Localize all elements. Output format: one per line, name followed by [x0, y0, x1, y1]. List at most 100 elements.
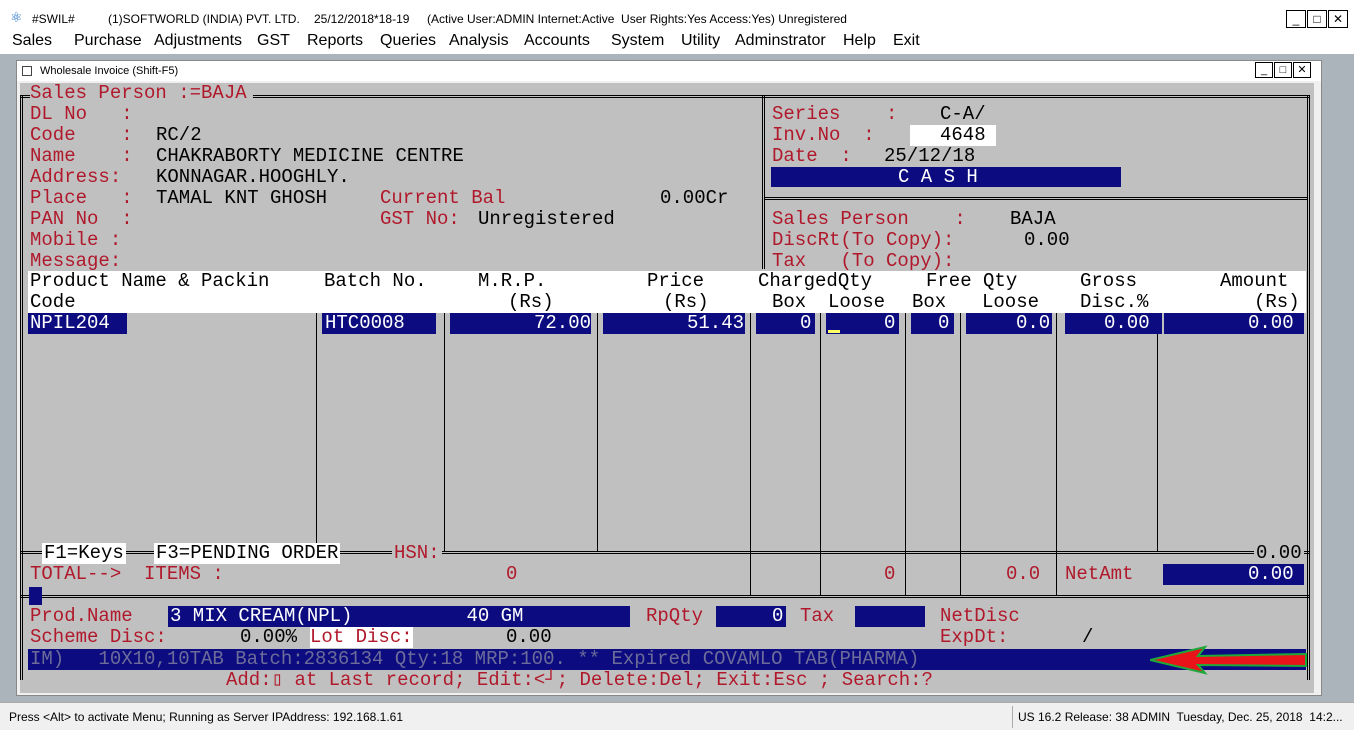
netamt-label: NetAmt	[1065, 563, 1134, 585]
col-charged-loose: Loose	[828, 291, 886, 313]
cell-mrp[interactable]: 72.00	[534, 313, 591, 334]
sales-person-title: Sales Person :=BAJA	[30, 83, 253, 104]
col-amount-header: Amount	[1220, 270, 1289, 292]
highlight-arrow-icon	[1150, 645, 1307, 675]
col-gross-header: Gross	[1080, 270, 1138, 292]
footer-total-value: 0.00	[1254, 542, 1304, 564]
series-value: C-A/	[940, 103, 986, 125]
cell-gross[interactable]: 0.00	[1104, 313, 1150, 334]
tax-copy-label: Tax (To Copy):	[772, 250, 955, 272]
menu-reports[interactable]: Reports	[307, 32, 363, 50]
totals-bottom-line	[20, 595, 1310, 598]
col-amount-unit: (Rs)	[1254, 291, 1300, 313]
expdt-label: ExpDt:	[940, 626, 1009, 648]
address-value[interactable]: KONNAGAR.HOOGHLY.	[156, 167, 350, 188]
f1-keys-hint[interactable]: F1=Keys	[42, 543, 126, 564]
col-product-header: Product Name & Packin	[30, 270, 270, 292]
menu-utility[interactable]: Utility	[681, 32, 720, 50]
col-sep-5	[820, 313, 821, 595]
invoice-window-titlebar: Wholesale Invoice (Shift-F5) _ □ ✕	[17, 61, 1321, 81]
payment-mode: C A S H	[898, 166, 978, 188]
date-value[interactable]: 25/12/18	[884, 146, 975, 167]
prod-tax-field	[855, 606, 925, 627]
code-value[interactable]: RC/2	[156, 125, 202, 146]
cell-batch[interactable]: HTC0008	[325, 313, 405, 334]
company-name: (1)SOFTWORLD (INDIA) PVT. LTD.	[108, 12, 300, 26]
right-panel-divider	[765, 197, 1308, 200]
col-free-loose: Loose	[982, 291, 1040, 313]
series-label: Series :	[772, 103, 898, 125]
menu-queries[interactable]: Queries	[380, 32, 436, 50]
address-label: Address:	[30, 166, 122, 188]
cell-loose[interactable]: 0	[884, 313, 895, 334]
document-icon	[22, 66, 32, 76]
menu-purchase[interactable]: Purchase	[74, 32, 142, 50]
inv-value[interactable]: 4648	[940, 125, 986, 146]
code-label: Code :	[30, 124, 133, 146]
child-maximize-icon[interactable]: □	[1274, 62, 1292, 78]
cell-amount[interactable]: 0.00	[1248, 313, 1294, 334]
menu-sales[interactable]: Sales	[12, 32, 52, 50]
child-minimize-icon[interactable]: _	[1255, 62, 1273, 78]
col-charged-header: ChargedQty	[758, 270, 873, 292]
cell-free-loose[interactable]: 0.0	[1016, 313, 1050, 334]
text-cursor	[828, 330, 840, 333]
col-sep-9	[1157, 313, 1158, 551]
name-value[interactable]: CHAKRABORTY MEDICINE CENTRE	[156, 146, 464, 167]
col-sep-2	[444, 313, 445, 551]
f3-pending-order-hint[interactable]: F3=PENDING ORDER	[154, 543, 341, 564]
col-free-box: Box	[912, 291, 947, 313]
invoice-window-title: Wholesale Invoice (Shift-F5)	[40, 65, 179, 77]
financial-date: 25/12/2018*18-19	[314, 12, 410, 26]
col-sep-7	[960, 313, 961, 595]
status-right: US 16.2 Release: 38 ADMIN Tuesday, Dec. …	[1018, 710, 1343, 724]
place-value[interactable]: TAMAL KNT GHOSH	[156, 188, 327, 209]
total-items-label: TOTAL--> ITEMS :	[30, 563, 224, 585]
menu-help[interactable]: Help	[843, 32, 876, 50]
close-icon[interactable]: ✕	[1328, 10, 1348, 28]
col-sep-6	[905, 313, 906, 595]
rpqty-value: 0	[772, 605, 784, 627]
current-bal-label: Current Bal	[380, 187, 506, 209]
header-divider	[762, 95, 765, 269]
col-sep-1	[316, 313, 317, 551]
menu-exit[interactable]: Exit	[893, 32, 920, 50]
col-code-header: Code	[30, 291, 76, 313]
status-left: Press <Alt> to activate Menu; Running as…	[9, 710, 404, 724]
message-label: Message:	[30, 250, 122, 272]
command-cursor[interactable]	[29, 587, 42, 605]
cell-product[interactable]: NPIL204	[30, 313, 110, 334]
app-window: ⚛ #SWIL# (1)SOFTWORLD (INDIA) PVT. LTD. …	[0, 0, 1354, 730]
cell-box[interactable]: 0	[800, 313, 811, 334]
col-price-header: Price	[647, 270, 705, 292]
name-label: Name :	[30, 145, 133, 167]
lot-disc-label: Lot Disc:	[310, 626, 413, 648]
menu-analysis[interactable]: Analysis	[449, 32, 509, 50]
col-sep-8	[1056, 313, 1057, 595]
col-price-unit: (Rs)	[663, 291, 709, 313]
cell-price[interactable]: 51.43	[687, 313, 744, 334]
rpqty-label: RpQty	[646, 605, 704, 627]
prod-name-value: 3 MIX CREAM(NPL) 40 GM	[170, 605, 524, 627]
menu-system[interactable]: System	[611, 32, 664, 50]
menu-gst[interactable]: GST	[257, 32, 290, 50]
minimize-icon[interactable]: _	[1286, 10, 1306, 28]
maximize-icon[interactable]: □	[1307, 10, 1327, 28]
inv-label: Inv.No :	[772, 124, 875, 146]
menu-bar: Sales Purchase Adjustments GST Reports Q…	[0, 30, 1354, 54]
cell-free-box[interactable]: 0	[938, 313, 949, 334]
menu-adjustments[interactable]: Adjustments	[154, 32, 242, 50]
dl-label: DL No :	[30, 103, 133, 125]
title-bar: ⚛ #SWIL# (1)SOFTWORLD (INDIA) PVT. LTD. …	[0, 0, 1354, 30]
invoice-terminal: Sales Person :=BAJA DL No : Code : RC/2 …	[20, 83, 1314, 693]
gst-value: Unregistered	[478, 208, 615, 230]
menu-accounts[interactable]: Accounts	[524, 32, 590, 50]
current-bal-value: 0.00Cr	[660, 187, 729, 209]
col-batch-header: Batch No.	[324, 270, 427, 292]
total-free-loose-value: 0.0	[1006, 563, 1041, 585]
child-close-icon[interactable]: ✕	[1293, 62, 1311, 78]
pan-label: PAN No :	[30, 208, 133, 230]
mobile-label: Mobile :	[30, 229, 122, 251]
menu-adminstrator[interactable]: Adminstrator	[735, 32, 826, 50]
status-separator	[1012, 706, 1013, 728]
